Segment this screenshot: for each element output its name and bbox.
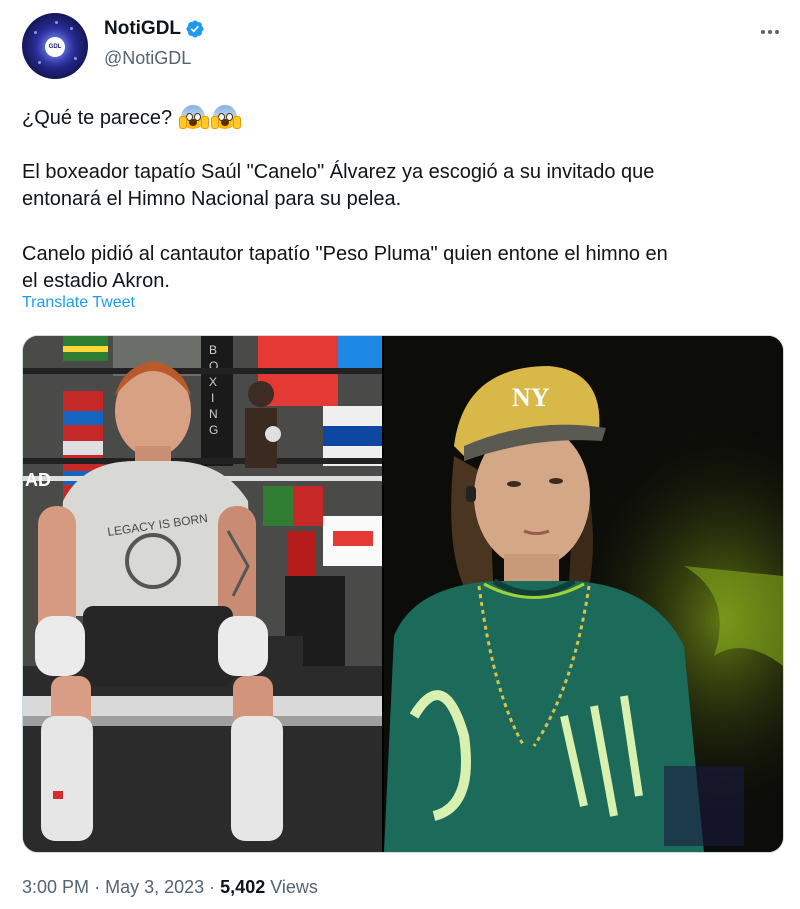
- avatar-star: [74, 57, 77, 60]
- photo-singer[interactable]: NY: [384, 336, 783, 852]
- tweet-card: GDL NotiGDL @NotiGDL ¿Qué te parece? El …: [0, 0, 800, 909]
- translate-tweet-link[interactable]: Translate Tweet: [22, 294, 135, 312]
- svg-text:I: I: [211, 391, 214, 405]
- singer-photo-illustration: NY: [384, 336, 783, 852]
- meta-separator: ·: [94, 877, 101, 897]
- tweet-question: ¿Qué te parece?: [22, 107, 173, 129]
- svg-text:G: G: [209, 423, 218, 437]
- avatar-star: [70, 27, 73, 30]
- verified-badge-icon: [186, 20, 204, 38]
- avatar[interactable]: GDL: [22, 13, 88, 79]
- tweet-text-line-3: entonará el Himno Nacional para su pelea…: [22, 188, 402, 210]
- svg-text:NY: NY: [512, 383, 550, 412]
- tweet-meta: 3:00 PM · May 3, 2023 · 5,402 Views: [22, 877, 318, 898]
- author-display-name[interactable]: NotiGDL: [104, 18, 181, 40]
- avatar-star: [55, 21, 58, 24]
- more-dot: [761, 30, 765, 34]
- face-screaming-in-fear-icon: [211, 105, 242, 129]
- more-options-icon[interactable]: [752, 20, 788, 44]
- tweet-time[interactable]: 3:00 PM: [22, 877, 89, 897]
- tweet-text-line-5: el estadio Akron.: [22, 270, 170, 292]
- tweet-text-line-2: El boxeador tapatío Saúl "Canelo" Álvare…: [22, 161, 655, 183]
- tweet-media[interactable]: B O X I N G AD LEGACY IS BORN NY: [22, 335, 784, 853]
- views-label: Views: [270, 877, 318, 897]
- face-screaming-in-fear-icon: [178, 105, 209, 129]
- avatar-star: [38, 61, 41, 64]
- author-handle[interactable]: @NotiGDL: [104, 48, 191, 69]
- tweet-text-line-1: ¿Qué te parece?: [22, 104, 242, 132]
- avatar-logo: GDL: [45, 37, 65, 57]
- author-name-row: NotiGDL: [104, 18, 205, 40]
- svg-text:X: X: [209, 375, 217, 389]
- photo-boxer[interactable]: B O X I N G AD LEGACY IS BORN: [23, 336, 382, 852]
- views-count[interactable]: 5,402: [220, 877, 265, 897]
- more-dot: [768, 30, 772, 34]
- tweet-text-line-4: Canelo pidió al cantautor tapatío "Peso …: [22, 243, 668, 265]
- more-dot: [775, 30, 779, 34]
- svg-text:N: N: [209, 407, 218, 421]
- boxer-photo-illustration: B O X I N G AD LEGACY IS BORN: [23, 336, 382, 852]
- tweet-date[interactable]: May 3, 2023: [105, 877, 204, 897]
- svg-text:AD: AD: [25, 470, 51, 490]
- svg-text:B: B: [209, 343, 217, 357]
- meta-separator: ·: [209, 877, 216, 897]
- avatar-star: [34, 31, 37, 34]
